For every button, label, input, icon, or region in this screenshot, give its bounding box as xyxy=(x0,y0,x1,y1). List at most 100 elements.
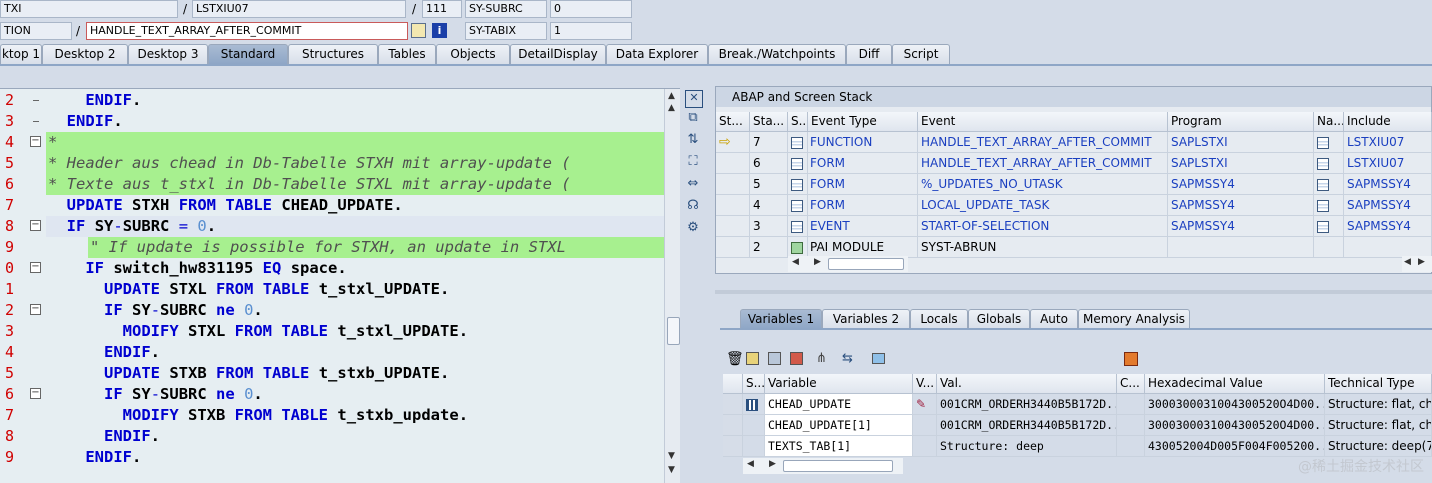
scroll-left-icon[interactable]: ◀ xyxy=(747,459,754,469)
row-selector[interactable] xyxy=(723,394,743,415)
var-column-header[interactable]: C... xyxy=(1117,374,1145,394)
stack-cell[interactable]: SAPMSSY4 xyxy=(1168,216,1314,237)
stack-cell[interactable]: 4 xyxy=(750,195,788,216)
variable-name-input[interactable]: CHEAD_UPDATE[1] xyxy=(765,415,913,436)
stack-cell[interactable]: LOCAL_UPDATE_TASK xyxy=(918,195,1168,216)
var-column-header[interactable]: V... xyxy=(913,374,937,394)
current-line-arrow-icon[interactable]: ⇨ xyxy=(716,132,750,153)
folder-icon[interactable] xyxy=(872,353,885,364)
stack-cell[interactable]: FORM xyxy=(808,153,918,174)
technical-type[interactable]: Structure: flat, ch xyxy=(1325,394,1432,415)
stack-cell[interactable] xyxy=(1344,237,1432,258)
edit-icon[interactable] xyxy=(411,23,426,38)
stack-cell[interactable]: SAPMSSY4 xyxy=(1344,174,1432,195)
change-value-icon[interactable] xyxy=(913,415,937,436)
panel-splitter[interactable] xyxy=(715,290,1432,294)
var-column-header[interactable]: S... xyxy=(743,374,765,394)
navigate-icon[interactable] xyxy=(1314,216,1344,237)
stack-cell[interactable]: FUNCTION xyxy=(808,132,918,153)
code-line[interactable]: 3 MODIFY STXL FROM TABLE t_stxl_UPDATE. xyxy=(0,321,664,342)
scroll-up-icon[interactable]: ▲ xyxy=(668,91,675,101)
scroll-right-icon[interactable]: ▶ xyxy=(1418,257,1425,267)
code-line[interactable]: 4 ENDIF. xyxy=(0,342,664,363)
code-line[interactable]: 7 UPDATE STXH FROM TABLE CHEAD_UPDATE. xyxy=(0,195,664,216)
code-line[interactable]: 9 ENDIF. xyxy=(0,447,664,468)
var-cell[interactable] xyxy=(1117,415,1145,436)
stack-cell[interactable]: %_UPDATES_NO_UTASK xyxy=(918,174,1168,195)
variable-value[interactable]: 001CRM_ORDERH3440B5B172D... xyxy=(937,415,1117,436)
code-line[interactable]: 6 * Texte aus t_stxl in Db-Tabelle STXL m… xyxy=(0,174,664,195)
stack-cell[interactable]: LSTXIU07 xyxy=(1344,132,1432,153)
var-tab[interactable]: Locals xyxy=(910,309,968,329)
editor-scrollbar[interactable]: ▲ ▲ ▼ ▼ xyxy=(664,89,680,483)
current-line-arrow-icon[interactable] xyxy=(716,237,750,258)
event-type-icon[interactable] xyxy=(788,174,808,195)
stack-cell[interactable]: FORM xyxy=(808,195,918,216)
event-type-icon[interactable] xyxy=(788,237,808,258)
change-value-icon[interactable]: ✎ xyxy=(913,394,937,415)
code-line[interactable]: 7 MODIFY STXB FROM TABLE t_stxb_update. xyxy=(0,405,664,426)
tab-script[interactable]: Script xyxy=(892,44,950,64)
tab-detaildisplay[interactable]: DetailDisplay xyxy=(510,44,606,64)
stack-column-header[interactable]: St... xyxy=(716,112,750,132)
info-icon[interactable]: i xyxy=(432,23,447,38)
resize-icon[interactable]: ⇔ xyxy=(685,176,701,192)
stack-cell[interactable]: 2 xyxy=(750,237,788,258)
row-selector[interactable] xyxy=(723,436,743,457)
code-line[interactable]: 5 * Header aus chead in Db-Tabelle STXH m… xyxy=(0,153,664,174)
save-layout-icon[interactable] xyxy=(768,352,781,365)
tab-desktop-2[interactable]: Desktop 2 xyxy=(42,44,128,64)
stack-cell[interactable]: HANDLE_TEXT_ARRAY_AFTER_COMMIT xyxy=(918,132,1168,153)
tab-diff[interactable]: Diff xyxy=(846,44,892,64)
stack-cell[interactable]: LSTXIU07 xyxy=(1344,153,1432,174)
event-field[interactable]: HANDLE_TEXT_ARRAY_AFTER_COMMIT xyxy=(86,22,408,40)
stack-hscroll-left[interactable]: ◀ ▶ xyxy=(788,256,908,272)
tab-standard[interactable]: Standard xyxy=(208,44,288,64)
navigate-icon[interactable] xyxy=(1314,153,1344,174)
navigate-icon[interactable] xyxy=(1314,195,1344,216)
hex-value[interactable]: 430052004D005F004F005200... xyxy=(1145,436,1325,457)
event-type-icon[interactable] xyxy=(788,132,808,153)
stack-cell[interactable]: PAI MODULE xyxy=(808,237,918,258)
current-line-arrow-icon[interactable] xyxy=(716,153,750,174)
tab-desktop-3[interactable]: Desktop 3 xyxy=(128,44,208,64)
stack-cell[interactable]: SYST-ABRUN xyxy=(918,237,1168,258)
code-line[interactable]: 2 ENDIF. xyxy=(0,90,664,111)
structure-icon[interactable] xyxy=(743,394,765,415)
stack-cell[interactable] xyxy=(1168,237,1314,258)
scroll-down-icon[interactable]: ▼ xyxy=(668,451,675,461)
scroll-down-icon[interactable]: ▼ xyxy=(668,465,675,475)
tab-objects[interactable]: Objects xyxy=(436,44,510,64)
code-line[interactable]: 1 UPDATE STXL FROM TABLE t_stxl_UPDATE. xyxy=(0,279,664,300)
navigate-icon[interactable] xyxy=(1314,132,1344,153)
event-type-icon[interactable] xyxy=(788,195,808,216)
technical-type[interactable]: Structure: deep(7 xyxy=(1325,436,1432,457)
var-cell[interactable] xyxy=(1117,436,1145,457)
source-code-editor[interactable]: 2 ENDIF.3 ENDIF.4*5* Header aus chead in… xyxy=(0,88,680,483)
event-type-icon[interactable] xyxy=(788,153,808,174)
stack-cell[interactable]: START-OF-SELECTION xyxy=(918,216,1168,237)
var-column-header[interactable]: Technical Type xyxy=(1325,374,1432,394)
close-icon[interactable]: ✕ xyxy=(685,90,703,108)
variable-name-input[interactable]: TEXTS_TAB[1] xyxy=(765,436,913,457)
stack-column-header[interactable]: Na... xyxy=(1314,112,1344,132)
scroll-left-icon[interactable]: ◀ xyxy=(1404,257,1411,267)
row-selector[interactable] xyxy=(723,415,743,436)
code-line[interactable]: 2 IF SY-SUBRC ne 0. xyxy=(0,300,664,321)
change-value-icon[interactable] xyxy=(913,436,937,457)
stack-column-header[interactable]: Event Type xyxy=(808,112,918,132)
save-icon[interactable] xyxy=(1124,352,1138,366)
code-line[interactable]: 5 UPDATE STXB FROM TABLE t_stxb_UPDATE. xyxy=(0,363,664,384)
variable-value[interactable]: Structure: deep xyxy=(937,436,1117,457)
stack-cell[interactable]: SAPMSSY4 xyxy=(1168,195,1314,216)
scroll-right-icon[interactable]: ▶ xyxy=(769,459,776,469)
scroll-up-icon[interactable]: ▲ xyxy=(668,103,675,113)
var-tab[interactable]: Globals xyxy=(968,309,1030,329)
scroll-thumb[interactable] xyxy=(828,258,904,270)
stack-cell[interactable]: 3 xyxy=(750,216,788,237)
event-type-icon[interactable] xyxy=(788,216,808,237)
var-tab[interactable]: Variables 1 xyxy=(740,309,822,329)
code-line[interactable]: 8 IF SY-SUBRC = 0. xyxy=(0,216,664,237)
tab-breakpoints[interactable]: Break./Watchpoints xyxy=(708,44,846,64)
stack-column-header[interactable]: Program xyxy=(1168,112,1314,132)
